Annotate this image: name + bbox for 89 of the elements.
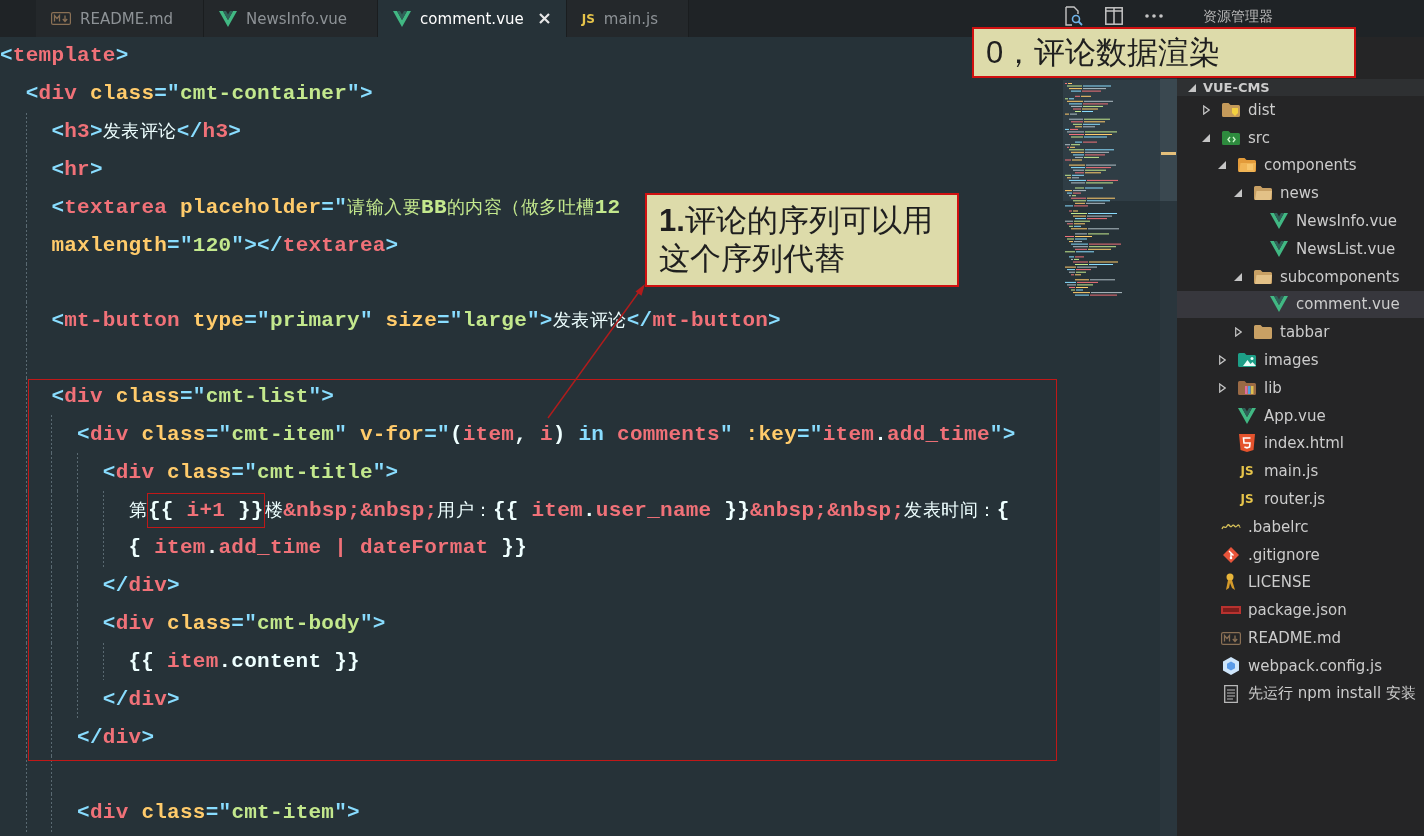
- callout-note: 1.评论的序列可以用这个序列代替: [645, 193, 959, 287]
- chevron-icon[interactable]: [1218, 382, 1226, 393]
- code-line: <div class="cmt-title">: [102, 459, 399, 486]
- code-line: <hr>: [51, 156, 103, 183]
- v-logo-icon: [219, 10, 238, 27]
- code-line: <div class="cmt-item" v-for="(item, i) in comments" :key="item.add_time">: [77, 421, 1016, 448]
- code-line: {{ item.content }}: [128, 648, 360, 675]
- chevron-icon[interactable]: [1218, 355, 1226, 366]
- code-line: maxlength="120"></textarea>: [51, 232, 399, 259]
- tree-item[interactable]: comment.vue: [1177, 290, 1424, 319]
- tree-item[interactable]: components: [1177, 151, 1424, 180]
- chevron-icon[interactable]: [1202, 133, 1210, 142]
- code-line: <div class="cmt-container">: [25, 81, 373, 108]
- file-type-label: JS: [1240, 464, 1254, 479]
- tree-item[interactable]: NewsList.vue: [1177, 235, 1424, 263]
- split-editor-icon[interactable]: [1105, 7, 1123, 25]
- chevron-icon[interactable]: [1202, 104, 1210, 115]
- shield-icon: [1239, 434, 1255, 453]
- v-logo-icon: [393, 10, 412, 27]
- chevron-icon[interactable]: [1234, 327, 1242, 338]
- editor-tab[interactable]: README.md: [36, 0, 205, 37]
- code-line: </div>: [102, 573, 180, 600]
- project-header[interactable]: VUE-CMS: [1177, 79, 1424, 96]
- code-line: <h3>发表评论</h3>: [51, 119, 242, 146]
- tree-item[interactable]: JS main.js: [1177, 457, 1424, 486]
- tree-item[interactable]: news: [1177, 179, 1424, 208]
- tree-item[interactable]: subcomponents: [1177, 262, 1424, 291]
- editor-tab[interactable]: comment.vue: [378, 0, 567, 37]
- markdown-icon: [51, 12, 71, 25]
- label-icon: [1221, 606, 1241, 615]
- chevron-icon[interactable]: [1218, 161, 1226, 170]
- folder-icon: [1238, 158, 1256, 173]
- callout-note: 0，评论数据渲染: [972, 27, 1356, 78]
- panel-title: 资源管理器: [1203, 7, 1273, 24]
- code-line: </div>: [102, 686, 180, 713]
- chevron-icon[interactable]: [1234, 272, 1242, 281]
- branch-diamond-icon: [1223, 546, 1239, 563]
- cursor-marker: [1161, 152, 1176, 155]
- file-search-icon[interactable]: [1063, 6, 1083, 26]
- folder-icon: [1254, 186, 1272, 201]
- v-logo-icon: [1270, 213, 1288, 230]
- code-line: </div>: [77, 724, 155, 751]
- hexagon-icon: [1223, 656, 1239, 675]
- books-folder-icon: [1238, 380, 1256, 395]
- indent-guide: [102, 642, 104, 681]
- editor-tab[interactable]: NewsInfo.vue: [204, 0, 379, 37]
- code-folder-icon: [1222, 130, 1240, 145]
- code-line: { item.add_time | dateFormat }}: [128, 535, 527, 562]
- code-line: <div class="cmt-body">: [102, 611, 386, 638]
- code-line: <template>: [0, 43, 129, 70]
- image-folder-icon: [1238, 353, 1256, 368]
- scrollbar-thumb[interactable]: [1160, 79, 1177, 201]
- tree-item[interactable]: index.html: [1177, 429, 1424, 458]
- tree-item[interactable]: .gitignore: [1177, 540, 1424, 569]
- close-icon[interactable]: [538, 13, 550, 24]
- file-type-label: JS: [1240, 492, 1254, 507]
- tree-item[interactable]: src: [1177, 123, 1424, 152]
- tree-item[interactable]: JS router.js: [1177, 485, 1424, 513]
- tree-item[interactable]: .babelrc: [1177, 512, 1424, 541]
- v-logo-icon: [1270, 296, 1288, 313]
- tree-item[interactable]: package.json: [1177, 596, 1424, 625]
- file-type-label: JS: [581, 11, 595, 26]
- markdown-icon: [1221, 631, 1241, 645]
- chevron-icon[interactable]: [1234, 189, 1242, 198]
- v-logo-icon: [1238, 407, 1256, 424]
- ribbon-icon: [1225, 573, 1237, 592]
- v-logo-icon: [1270, 240, 1288, 257]
- code-line: 第{{ i+1 }}楼&nbsp;&nbsp;用户：{{ item.user_name }}&nbsp;&nbsp;发表时间：{: [128, 491, 1010, 529]
- scribble-icon: [1221, 522, 1241, 531]
- tree-item[interactable]: tabbar: [1177, 318, 1424, 347]
- document-icon: [1224, 684, 1238, 703]
- folder-icon: [1254, 325, 1272, 340]
- tree-item[interactable]: webpack.config.js: [1177, 651, 1424, 680]
- code-line: <div class="cmt-item">: [77, 800, 360, 827]
- more-icon[interactable]: [1145, 14, 1163, 18]
- code-line: <div class="cmt-list">: [51, 384, 335, 410]
- code-line: <textarea placeholder="请输入要BB的内容（做多吐槽12: [51, 194, 621, 221]
- folder-icon: [1254, 269, 1272, 284]
- tree-item[interactable]: images: [1177, 346, 1424, 374]
- tree-item[interactable]: dist: [1177, 96, 1424, 124]
- tree-item[interactable]: LICENSE: [1177, 568, 1424, 597]
- tree-item[interactable]: NewsInfo.vue: [1177, 207, 1424, 235]
- editor-tab[interactable]: JS main.js: [566, 0, 690, 37]
- tree-item[interactable]: README.md: [1177, 624, 1424, 652]
- tree-item[interactable]: App.vue: [1177, 401, 1424, 430]
- chevron-icon[interactable]: [1188, 83, 1196, 92]
- tree-item[interactable]: 先运行 npm install 安装: [1177, 679, 1424, 708]
- folder-icon: [1222, 102, 1240, 117]
- tree-item[interactable]: lib: [1177, 373, 1424, 402]
